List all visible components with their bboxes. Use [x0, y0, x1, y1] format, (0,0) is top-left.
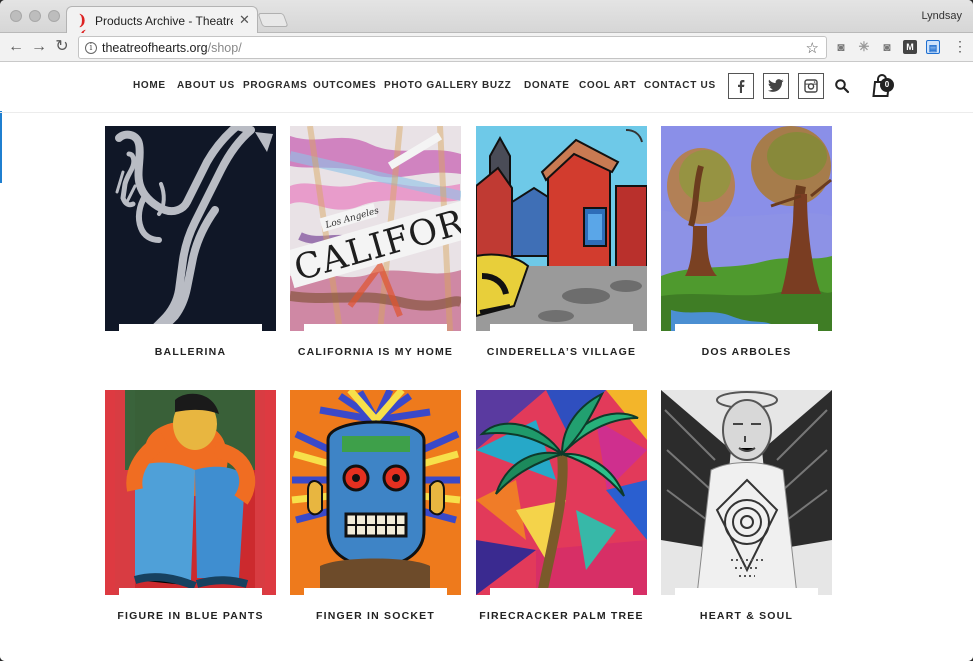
favicon-icon: )(	[79, 11, 87, 44]
back-arrow-icon[interactable]: ←	[5, 36, 27, 58]
product-image-ballerina[interactable]	[105, 126, 276, 331]
screenshot-extension-icon[interactable]: ◙	[880, 40, 894, 54]
search-icon[interactable]	[834, 78, 850, 94]
info-icon[interactable]: i	[85, 42, 97, 54]
cinderellas-village-artwork	[476, 126, 647, 331]
product-image-finger-in-socket[interactable]	[290, 390, 461, 595]
tab-strip: )( Products Archive - Theatre of H ✕ Lyn…	[0, 0, 973, 44]
product-image-figure-in-blue-pants[interactable]	[105, 390, 276, 595]
facebook-link[interactable]	[728, 73, 754, 99]
browser-window: )( Products Archive - Theatre of H ✕ Lyn…	[0, 0, 973, 661]
menu-dots-icon[interactable]: ⋮	[953, 38, 967, 55]
product-image-firecracker-palm-tree[interactable]	[476, 390, 647, 595]
twitter-link[interactable]	[763, 73, 789, 99]
product-title[interactable]: CINDERELLA’S VILLAGE	[461, 346, 662, 358]
image-caption-tab	[119, 324, 262, 331]
browser-toolbar: ← → ↻ i theatreofhearts.org/shop/ ☆ ◙ ✳ …	[0, 33, 973, 62]
product-title[interactable]: FIRECRACKER PALM TREE	[461, 610, 662, 622]
product-title[interactable]: DOS ARBOLES	[646, 346, 847, 358]
reload-icon[interactable]: ↻	[51, 36, 73, 58]
site-header: HOME ABOUT US PROGRAMS OUTCOMES PHOTO GA…	[0, 63, 973, 113]
firecracker-palm-tree-artwork	[476, 390, 647, 595]
image-caption-tab	[490, 588, 633, 595]
instagram-link[interactable]	[798, 73, 824, 99]
product-title[interactable]: BALLERINA	[90, 346, 291, 358]
url-text[interactable]: theatreofhearts.org/shop/	[102, 41, 242, 55]
dos-arboles-artwork	[661, 126, 832, 331]
image-caption-tab	[675, 324, 818, 331]
nav-buzz[interactable]: BUZZ	[482, 80, 511, 91]
product-title[interactable]: FIGURE IN BLUE PANTS	[90, 610, 291, 622]
profile-name[interactable]: Lyndsay	[921, 10, 962, 22]
cart-count-badge[interactable]: 0	[880, 78, 894, 92]
product-image-california-is-my-home[interactable]: CALIFORNI Los Angeles	[290, 126, 461, 331]
pinwheel-extension-icon[interactable]: ✳	[857, 40, 871, 54]
nav-outcomes[interactable]: OUTCOMES	[313, 80, 376, 91]
address-bar[interactable]: i theatreofhearts.org/shop/ ☆	[78, 36, 827, 59]
image-caption-tab	[490, 324, 633, 331]
maximize-window-button[interactable]	[48, 10, 60, 22]
nav-cool-art[interactable]: COOL ART	[579, 80, 636, 91]
camera-extension-icon[interactable]: ◙	[834, 40, 848, 54]
image-caption-tab	[119, 588, 262, 595]
m-extension-icon[interactable]: M	[903, 40, 917, 54]
image-caption-tab	[304, 324, 447, 331]
tab-close-icon[interactable]: ✕	[239, 12, 250, 28]
heart-and-soul-artwork	[661, 390, 832, 595]
new-tab-button[interactable]	[257, 13, 289, 27]
product-image-heart-and-soul[interactable]	[661, 390, 832, 595]
url-path: /shop/	[207, 41, 242, 55]
ballerina-artwork	[105, 126, 276, 331]
bracket-extension-icon[interactable]: ▤	[926, 40, 940, 54]
nav-contact-us[interactable]: CONTACT US	[644, 80, 716, 91]
twitter-icon	[768, 79, 784, 92]
nav-donate[interactable]: DONATE	[524, 80, 570, 91]
product-title[interactable]: HEART & SOUL	[646, 610, 847, 622]
image-caption-tab	[675, 588, 818, 595]
product-title[interactable]: CALIFORNIA IS MY HOME	[275, 346, 476, 358]
image-caption-tab	[304, 588, 447, 595]
finger-in-socket-artwork	[290, 390, 461, 595]
bookmark-star-icon[interactable]: ☆	[806, 39, 819, 57]
forward-arrow-icon[interactable]: →	[28, 36, 50, 58]
nav-about-us[interactable]: ABOUT US	[177, 80, 235, 91]
nav-home[interactable]: HOME	[133, 80, 166, 91]
california-artwork: CALIFORNI Los Angeles	[290, 126, 461, 331]
figure-in-blue-pants-artwork	[105, 390, 276, 595]
product-image-cinderellas-village[interactable]	[476, 126, 647, 331]
url-host: theatreofhearts.org	[102, 41, 208, 55]
close-window-button[interactable]	[10, 10, 22, 22]
product-title[interactable]: FINGER IN SOCKET	[275, 610, 476, 622]
nav-programs[interactable]: PROGRAMS	[243, 80, 308, 91]
left-accent-bar	[0, 111, 2, 183]
nav-photo-gallery[interactable]: PHOTO GALLERY	[384, 80, 479, 91]
web-page: HOME ABOUT US PROGRAMS OUTCOMES PHOTO GA…	[0, 63, 973, 661]
tab-title: Products Archive - Theatre of H	[95, 14, 233, 28]
product-image-dos-arboles[interactable]	[661, 126, 832, 331]
browser-tab[interactable]: )( Products Archive - Theatre of H ✕	[66, 6, 258, 44]
instagram-icon	[804, 79, 818, 93]
minimize-window-button[interactable]	[29, 10, 41, 22]
facebook-icon	[738, 80, 745, 93]
